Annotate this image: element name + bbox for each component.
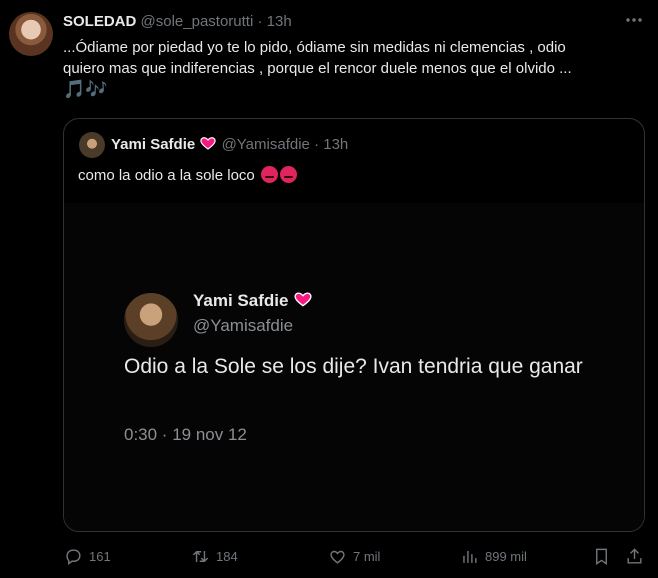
views-button[interactable]: 899 mil bbox=[460, 543, 527, 569]
bookmark-button[interactable] bbox=[592, 543, 611, 569]
quoted-author-handle: @Yamisafdie bbox=[221, 136, 310, 153]
quoted-text: como la odio a la sole loco bbox=[78, 167, 255, 184]
share-icon bbox=[627, 547, 642, 564]
tweet-text: ...Ódiame por piedad yo te lo pido, ódia… bbox=[63, 37, 653, 100]
like-button[interactable]: 7 mil bbox=[328, 543, 380, 569]
quoted-header: Yami Safdie @Yamisafdie · 13h bbox=[111, 136, 348, 153]
quoted-text-row: como la odio a la sole loco bbox=[78, 166, 297, 184]
reply-icon bbox=[66, 548, 81, 565]
tweet-text-line: quiero mas que indiferencias , porque el… bbox=[63, 60, 572, 77]
like-count: 7 mil bbox=[353, 548, 381, 564]
media-author-handle: @Yamisafdie bbox=[193, 316, 294, 335]
reply-count: 161 bbox=[89, 548, 111, 564]
heart-icon bbox=[293, 291, 312, 307]
heart-icon bbox=[199, 136, 217, 150]
media-text: Odio a la Sole se los dije? Ivan tendria… bbox=[124, 355, 583, 378]
media-author-name: Yami Safdie bbox=[193, 291, 312, 311]
tweet-text-line: ...Ódiame por piedad yo te lo pido, ódia… bbox=[63, 39, 566, 56]
retweet-button[interactable]: 184 bbox=[191, 543, 238, 569]
reply-button[interactable]: 161 bbox=[64, 543, 111, 569]
music-notes-emoji: 🎵🎶 bbox=[63, 79, 108, 99]
tweet-header: SOLEDAD @sole_pastorutti · 13h bbox=[63, 13, 292, 30]
quoted-tweet[interactable]: Yami Safdie @Yamisafdie · 13h como la od… bbox=[63, 118, 645, 532]
share-button[interactable] bbox=[625, 543, 644, 569]
views-icon bbox=[463, 550, 477, 563]
separator: · bbox=[314, 136, 320, 153]
angry-face-icon bbox=[260, 166, 278, 183]
more-horizontal-icon[interactable] bbox=[624, 10, 644, 35]
author-name[interactable]: SOLEDAD bbox=[63, 13, 136, 30]
author-handle[interactable]: @sole_pastorutti bbox=[141, 13, 254, 30]
tweet-time[interactable]: 13h bbox=[267, 13, 292, 30]
view-count: 899 mil bbox=[485, 548, 527, 564]
separator: · bbox=[257, 13, 263, 30]
author-avatar[interactable] bbox=[9, 12, 53, 56]
media-author-name-text: Yami Safdie bbox=[193, 291, 289, 310]
retweet-count: 184 bbox=[216, 548, 238, 564]
media-timestamp: 0:30 · 19 nov 12 bbox=[124, 425, 247, 444]
action-bar: 161 184 7 mil 899 mil bbox=[0, 543, 658, 571]
bookmark-icon bbox=[596, 548, 607, 565]
quoted-author-name: Yami Safdie bbox=[111, 136, 196, 153]
quoted-author-avatar bbox=[79, 132, 105, 158]
quoted-media-image[interactable]: Yami Safdie @Yamisafdie Odio a la Sole s… bbox=[64, 203, 644, 531]
heart-outline-icon bbox=[330, 550, 345, 564]
retweet-icon bbox=[192, 550, 209, 562]
media-avatar bbox=[124, 293, 178, 347]
quoted-time: 13h bbox=[323, 136, 349, 153]
angry-face-icon bbox=[279, 166, 297, 183]
